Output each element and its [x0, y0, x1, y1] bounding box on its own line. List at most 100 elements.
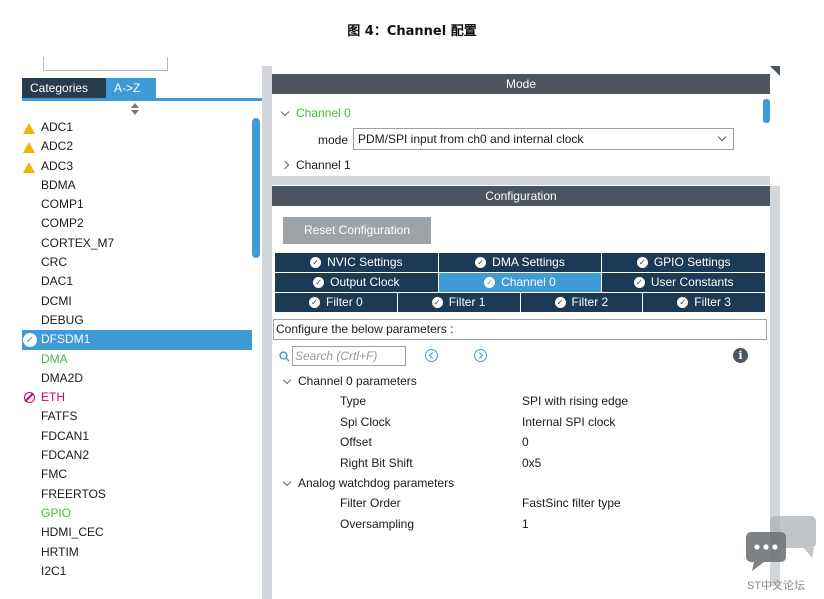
- mode-config-splitter[interactable]: [272, 176, 770, 185]
- param-group-header[interactable]: Channel 0 parameters: [282, 374, 417, 388]
- config-tab[interactable]: ✓ GPIO Settings: [602, 253, 766, 272]
- panel-divider[interactable]: [262, 66, 272, 599]
- sidebar-item-label: DFSDM1: [41, 332, 91, 347]
- param-value[interactable]: SPI with rising edge: [522, 394, 628, 408]
- config-tab-label: Filter 2: [571, 295, 609, 309]
- sidebar-item[interactable]: HDMI_CEC: [22, 523, 252, 542]
- search-input[interactable]: [292, 346, 406, 366]
- sidebar-item[interactable]: I2C1: [22, 562, 252, 581]
- sidebar-item[interactable]: DCMI: [22, 292, 252, 311]
- param-value[interactable]: Internal SPI clock: [522, 415, 615, 429]
- config-tab-label: Channel 0: [501, 275, 556, 289]
- config-tab[interactable]: ✓ Filter 2: [520, 293, 644, 312]
- config-tab[interactable]: ✓ DMA Settings: [438, 253, 603, 272]
- param-value[interactable]: 0x5: [522, 456, 541, 470]
- search-next-icon[interactable]: [474, 349, 487, 362]
- sidebar-item[interactable]: ETH: [22, 388, 252, 407]
- param-value[interactable]: 1: [522, 517, 529, 531]
- sidebar-item[interactable]: HRTIM: [22, 543, 252, 562]
- chevron-down-icon: [282, 477, 292, 486]
- param-value[interactable]: 0: [522, 435, 529, 449]
- tab-categories[interactable]: Categories: [22, 78, 106, 98]
- sidebar-item[interactable]: ADC1: [22, 118, 252, 137]
- config-tab[interactable]: ✓ Channel 0: [438, 273, 603, 292]
- sidebar-item[interactable]: DMA2D: [22, 369, 252, 388]
- sidebar-item[interactable]: DAC1: [22, 272, 252, 291]
- config-tab-label: User Constants: [650, 275, 734, 289]
- sort-icon[interactable]: [130, 102, 140, 116]
- sidebar-item[interactable]: ✓ DFSDM1: [22, 330, 252, 350]
- config-tab-label: Filter 1: [448, 295, 486, 309]
- config-tab[interactable]: ✓ NVIC Settings: [275, 253, 439, 272]
- sidebar-item-label: CRC: [41, 255, 67, 270]
- config-tab-label: DMA Settings: [492, 255, 565, 269]
- sidebar-item[interactable]: CORTEX_M7: [22, 234, 252, 253]
- sidebar-item[interactable]: COMP1: [22, 195, 252, 214]
- check-circle-icon: ✓: [431, 297, 443, 308]
- sidebar-item-label: BDMA: [41, 177, 76, 192]
- mode-select[interactable]: PDM/SPI input from ch0 and internal cloc…: [353, 128, 734, 150]
- config-tabs: ✓ NVIC Settings ✓ DMA Settings ✓ GPIO Setting…: [275, 253, 766, 313]
- sidebar-item-label: CORTEX_M7: [41, 235, 115, 250]
- mode-scrollbar[interactable]: [763, 99, 770, 123]
- sidebar-item-label: GPIO: [41, 505, 72, 520]
- check-circle-icon: ✓: [554, 297, 566, 308]
- sidebar-item[interactable]: DMA: [22, 350, 252, 369]
- sidebar-item-label: ADC3: [41, 158, 74, 173]
- figure-caption: 图 4：Channel 配置: [347, 24, 477, 39]
- chevron-down-icon: [717, 132, 727, 142]
- search-previous-icon[interactable]: [425, 349, 438, 362]
- sidebar-item-label: FMC: [41, 467, 67, 482]
- blocked-icon: [24, 392, 35, 404]
- sidebar-item[interactable]: BDMA: [22, 176, 252, 195]
- param-name: Filter Order: [340, 496, 401, 511]
- sidebar-item[interactable]: FREERTOS: [22, 485, 252, 504]
- check-circle-icon: ✓: [677, 297, 689, 308]
- sidebar-item[interactable]: FATFS: [22, 407, 252, 426]
- sidebar-item[interactable]: COMP2: [22, 214, 252, 233]
- channel0-label: Channel 0: [296, 106, 351, 120]
- sidebar-item[interactable]: GPIO: [22, 504, 252, 523]
- sidebar-item[interactable]: ADC2: [22, 137, 252, 156]
- channel1-tree-node[interactable]: Channel 1: [280, 158, 351, 172]
- config-tab-label: Output Clock: [330, 275, 400, 289]
- tab-a-to-z[interactable]: A->Z: [106, 78, 156, 98]
- check-circle-icon: ✓: [475, 257, 487, 268]
- sidebar-scrollbar[interactable]: [252, 118, 260, 258]
- sidebar-item-label: FDCAN2: [41, 448, 90, 463]
- config-tab[interactable]: ✓ Output Clock: [275, 273, 439, 292]
- sidebar-item[interactable]: CRC: [22, 253, 252, 272]
- sidebar-item-label: FREERTOS: [41, 486, 106, 501]
- sidebar-item[interactable]: FDCAN2: [22, 446, 252, 465]
- watermark-text: ST中文论坛: [747, 580, 806, 592]
- config-tab[interactable]: ✓ User Constants: [602, 273, 766, 292]
- config-tab-label: Filter 0: [326, 295, 363, 309]
- param-group-header[interactable]: Analog watchdog parameters: [282, 476, 454, 490]
- check-circle-icon: ✓: [309, 297, 321, 308]
- channel1-label: Channel 1: [296, 158, 351, 172]
- sidebar-item[interactable]: FMC: [22, 465, 252, 484]
- sidebar-item-label: HRTIM: [41, 544, 79, 559]
- param-name: Oversampling: [340, 516, 415, 531]
- sidebar-item-label: DEBUG: [41, 312, 84, 327]
- config-tab[interactable]: ✓ Filter 3: [643, 293, 765, 312]
- tab-row-2: ✓ Output Clock ✓ Channel 0 ✓ User Constants: [275, 273, 766, 293]
- sidebar-item-label: ADC2: [41, 139, 74, 154]
- config-tab[interactable]: ✓ Filter 1: [397, 293, 521, 312]
- param-group-title: Channel 0 parameters: [298, 374, 417, 388]
- sidebar-item[interactable]: ADC3: [22, 157, 252, 176]
- chevron-down-icon: [280, 107, 290, 116]
- param-value[interactable]: FastSinc filter type: [522, 496, 621, 510]
- config-tab[interactable]: ✓ Filter 0: [275, 293, 398, 312]
- panel-corner: [770, 66, 780, 76]
- search-icon: [279, 350, 290, 362]
- sidebar-item[interactable]: DEBUG: [22, 311, 252, 330]
- sidebar-item-label: ADC1: [41, 120, 74, 134]
- peripheral-search-box[interactable]: [43, 57, 168, 71]
- sidebar-item-label: I2C1: [41, 563, 67, 578]
- info-icon[interactable]: i: [733, 348, 748, 363]
- sidebar-item[interactable]: FDCAN1: [22, 427, 252, 446]
- channel0-tree-node[interactable]: Channel 0: [280, 106, 351, 120]
- param-name: Type: [340, 394, 367, 409]
- reset-configuration-button[interactable]: Reset Configuration: [283, 217, 431, 244]
